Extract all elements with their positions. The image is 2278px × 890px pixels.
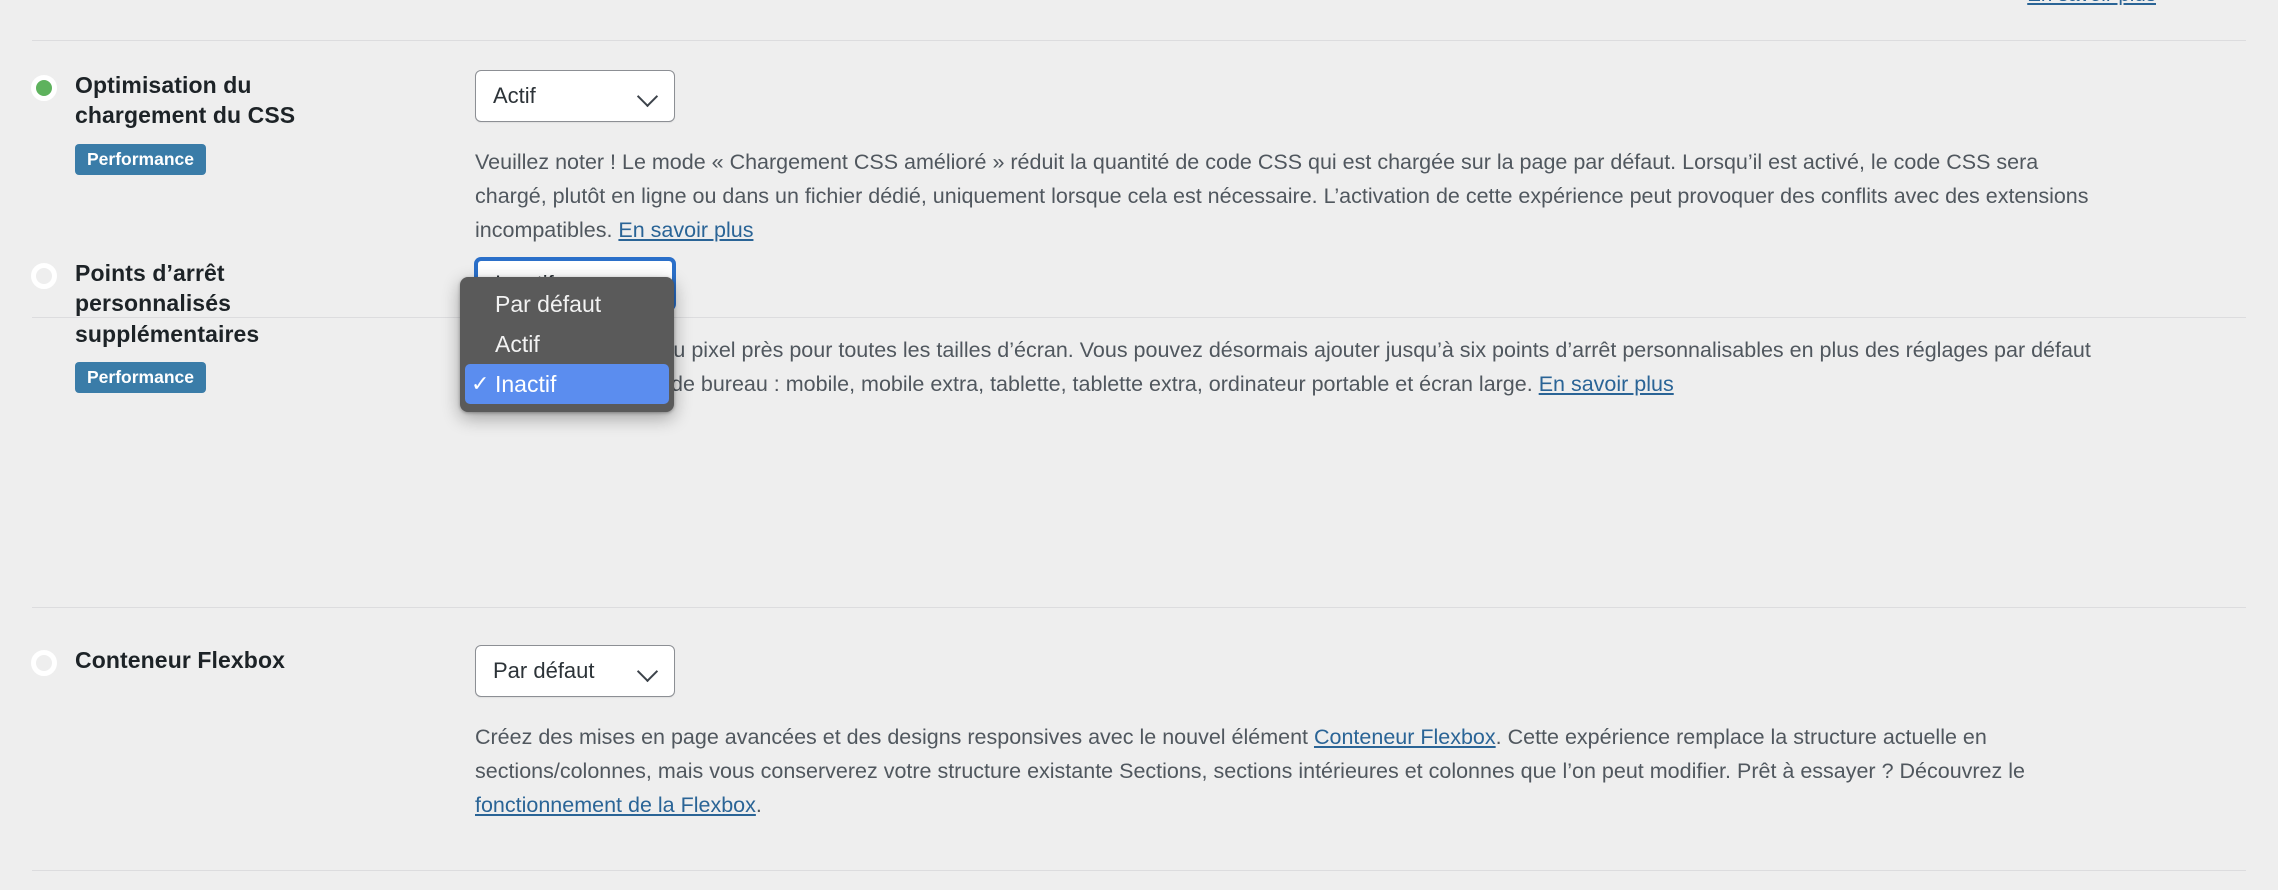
row-divider-2 bbox=[32, 607, 2246, 608]
feature-title: Conteneur Flexbox bbox=[75, 647, 286, 673]
previous-row-learn-more-link[interactable]: En savoir plus bbox=[2027, 0, 2156, 8]
status-dot-green-icon bbox=[31, 75, 57, 101]
dropdown-menu-additional-custom-breakpoints[interactable]: Par défaut Actif ✓ Inactif bbox=[460, 277, 674, 412]
experiments-settings-page: En savoir plus Optimisation du chargemen… bbox=[0, 0, 2278, 890]
status-badge-performance: Performance bbox=[75, 143, 206, 175]
feature-description: Veuillez noter ! Le mode « Chargement CS… bbox=[475, 146, 2095, 248]
dropdown-option-label: Inactif bbox=[495, 370, 557, 397]
select-value: Actif bbox=[493, 83, 536, 108]
dropdown-option-label: Actif bbox=[495, 330, 540, 357]
feature-description: Créez des mises en page avancées et des … bbox=[475, 721, 2095, 823]
status-dot-empty-icon bbox=[31, 650, 57, 676]
dropdown-option-actif[interactable]: Actif bbox=[465, 324, 669, 364]
learn-more-link[interactable]: En savoir plus bbox=[1539, 372, 1674, 396]
feature-left-css-loading-optimization: Optimisation du chargement du CSS Perfor… bbox=[0, 70, 475, 175]
status-dot-empty-icon bbox=[31, 263, 57, 289]
chevron-down-icon bbox=[637, 660, 659, 682]
feature-left-flexbox-container: Conteneur Flexbox bbox=[0, 645, 475, 676]
description-text: Obtenez un design au pixel près pour tou… bbox=[475, 338, 2091, 396]
description-text: Créez des mises en page avancées et des … bbox=[475, 725, 1314, 749]
feature-right-css-loading-optimization: Actif Veuillez noter ! Le mode « Chargem… bbox=[475, 70, 2278, 248]
dropdown-option-label: Par défaut bbox=[495, 290, 602, 317]
learn-more-link[interactable]: En savoir plus bbox=[618, 218, 753, 242]
checkmark-icon: ✓ bbox=[471, 371, 490, 396]
feature-title: Optimisation du chargement du CSS bbox=[75, 72, 296, 129]
select-flexbox-container[interactable]: Par défaut bbox=[475, 645, 675, 697]
flexbox-container-link[interactable]: Conteneur Flexbox bbox=[1314, 725, 1496, 749]
previous-row-text: En savoir plus bbox=[0, 0, 2278, 8]
row-divider-3 bbox=[32, 870, 2246, 871]
description-text: . bbox=[755, 792, 762, 817]
select-value: Par défaut bbox=[493, 658, 595, 683]
status-badge-performance: Performance bbox=[75, 362, 206, 394]
row-divider-top bbox=[32, 40, 2246, 41]
dropdown-option-par-defaut[interactable]: Par défaut bbox=[465, 284, 669, 324]
feature-row-css-loading-optimization: Optimisation du chargement du CSS Perfor… bbox=[0, 70, 2278, 248]
flexbox-how-it-works-link[interactable]: fonctionnement de la Flexbox bbox=[475, 793, 756, 817]
feature-row-additional-custom-breakpoints: Points d’arrêt personnalisés supplémenta… bbox=[0, 258, 2278, 402]
select-css-loading-optimization[interactable]: Actif bbox=[475, 70, 675, 122]
feature-row-flexbox-container: Conteneur Flexbox Par défaut Créez des m… bbox=[0, 645, 2278, 823]
feature-title: Points d’arrêt personnalisés supplémenta… bbox=[75, 260, 260, 347]
feature-description: Obtenez un design au pixel près pour tou… bbox=[475, 334, 2095, 402]
feature-right-flexbox-container: Par défaut Créez des mises en page avanc… bbox=[475, 645, 2278, 823]
feature-right-additional-custom-breakpoints: Inactif Obtenez un design au pixel près … bbox=[475, 258, 2278, 402]
chevron-down-icon bbox=[637, 85, 659, 107]
feature-left-additional-custom-breakpoints: Points d’arrêt personnalisés supplémenta… bbox=[0, 258, 475, 394]
dropdown-option-inactif[interactable]: ✓ Inactif bbox=[465, 364, 669, 404]
previous-row-cutoff: En savoir plus bbox=[0, 0, 2278, 8]
